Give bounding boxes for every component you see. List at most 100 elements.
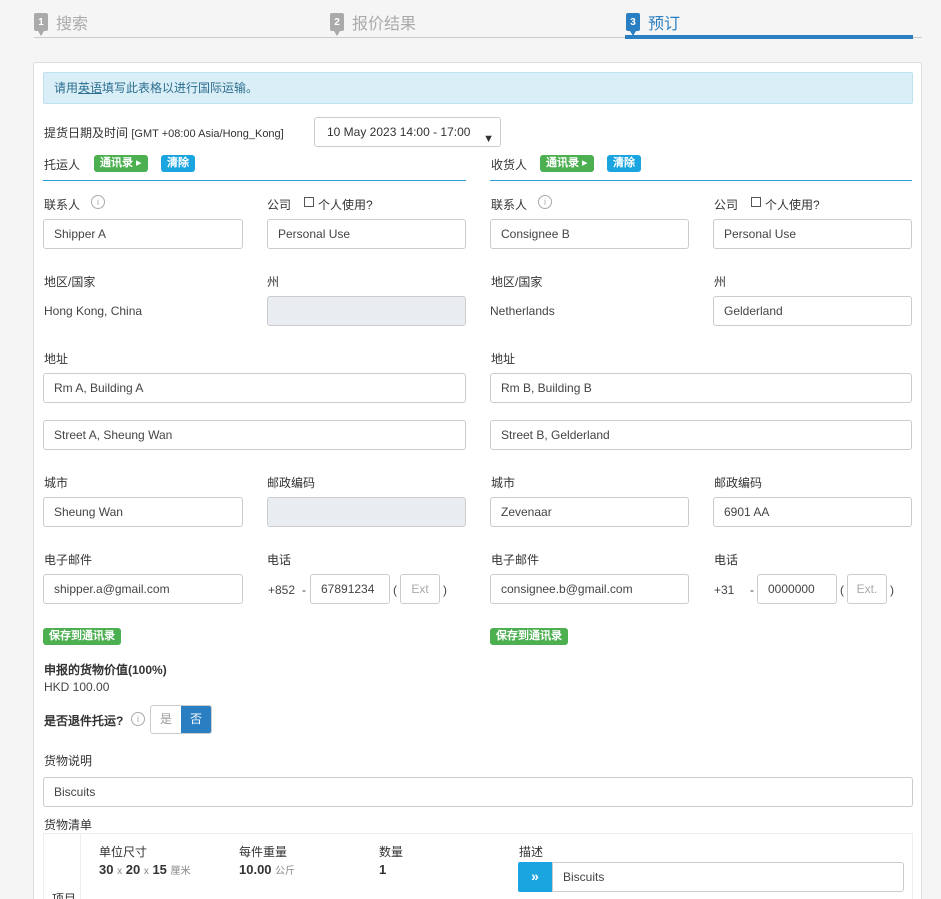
goods-description-input[interactable]: Biscuits	[43, 777, 913, 807]
consignee-address2-input[interactable]: Street B, Gelderland	[490, 420, 912, 450]
consignee-region-value: Netherlands	[490, 304, 555, 318]
consignee-address-label: 地址	[491, 352, 516, 366]
step-active-indicator	[625, 35, 913, 39]
item-description-label: 描述	[519, 845, 544, 859]
return-yes-option[interactable]: 是	[151, 706, 181, 733]
shipper-postcode-label: 邮政编码	[267, 476, 316, 490]
shipper-address1-input[interactable]: Rm A, Building A	[43, 373, 466, 403]
english-notice: 请用英语填写此表格以进行国际运输。	[43, 72, 913, 104]
consignee-email-input[interactable]: consignee.b@gmail.com	[490, 574, 689, 604]
item-description-input[interactable]: Biscuits	[552, 862, 904, 892]
step-label: 报价结果	[352, 16, 417, 33]
shipper-phone-dash: -	[302, 583, 306, 597]
shipper-city-label: 城市	[44, 476, 69, 490]
consignee-phone-label: 电话	[714, 553, 739, 567]
unit-weight-value: 10.00 公斤	[239, 862, 296, 877]
consignee-personal-checkbox[interactable]	[751, 197, 761, 207]
consignee-email-label: 电子邮件	[491, 553, 540, 567]
consignee-address-book-button[interactable]: 通讯录 ▸	[540, 155, 594, 172]
shipper-postcode-input[interactable]	[267, 497, 466, 527]
step-label: 搜索	[56, 16, 89, 33]
consignee-city-label: 城市	[491, 476, 516, 490]
consignee-personal-label: 个人使用?	[765, 198, 820, 212]
shipper-region-value: Hong Kong, China	[44, 304, 143, 318]
consignee-ext-open: (	[840, 583, 844, 597]
shipper-city-input[interactable]: Sheung Wan	[43, 497, 243, 527]
shipper-email-label: 电子邮件	[44, 553, 93, 567]
info-icon[interactable]: i	[538, 195, 552, 209]
consignee-ext-input[interactable]: Ext.	[847, 574, 887, 604]
consignee-title: 收货人	[491, 158, 528, 172]
item-side-label: 项目	[52, 892, 77, 899]
step-number: 2	[330, 13, 344, 36]
shipper-email-input[interactable]: shipper.a@gmail.com	[43, 574, 243, 604]
shipper-ext-close: )	[443, 583, 447, 597]
shipper-address-label: 地址	[44, 352, 69, 366]
shipper-divider	[43, 180, 466, 181]
english-link[interactable]: 英语	[78, 81, 102, 95]
consignee-city-input[interactable]: Zevenaar	[490, 497, 689, 527]
consignee-address1-input[interactable]: Rm B, Building B	[490, 373, 912, 403]
step-booking[interactable]: 3 预订	[626, 10, 681, 36]
consignee-save-address-button[interactable]: 保存到通讯录	[490, 628, 568, 645]
shipper-address2-input[interactable]: Street A, Sheung Wan	[43, 420, 466, 450]
goods-description-label: 货物说明	[44, 754, 93, 768]
step-search[interactable]: 1 搜索	[34, 10, 89, 36]
shipper-phone-code: +852	[268, 583, 296, 597]
consignee-clear-button[interactable]: 清除	[607, 155, 641, 172]
step-quote-results[interactable]: 2 报价结果	[330, 10, 417, 36]
shipper-contact-label: 联系人	[44, 198, 81, 212]
consignee-state-input[interactable]: Gelderland	[713, 296, 912, 326]
consignee-phone-code: +31	[714, 583, 735, 597]
quantity-value: 1	[379, 862, 387, 877]
items-label: 货物清单	[44, 818, 93, 832]
pickup-label: 提货日期及时间 [GMT +08:00 Asia/Hong_Kong]	[44, 126, 284, 140]
shipper-phone-label: 电话	[267, 553, 292, 567]
shipper-ext-input[interactable]: Ext	[400, 574, 440, 604]
consignee-phone-input[interactable]: 0000000	[757, 574, 837, 604]
return-shipment-label: 是否退件托运?	[44, 714, 124, 728]
consignee-contact-label: 联系人	[491, 198, 528, 212]
shipper-phone-input[interactable]: 67891234	[310, 574, 390, 604]
shipper-save-address-button[interactable]: 保存到通讯录	[43, 628, 121, 645]
expand-icon[interactable]: »	[518, 862, 552, 892]
declared-value: HKD 100.00	[44, 680, 110, 694]
shipper-company-input[interactable]: Personal Use	[267, 219, 466, 249]
unit-dimension-value: 30 x 20 x 15 厘米	[99, 862, 191, 877]
step-number: 3	[626, 13, 640, 36]
shipper-contact-input[interactable]: Shipper A	[43, 219, 243, 249]
consignee-postcode-input[interactable]: 6901 AA	[713, 497, 912, 527]
shipper-state-input[interactable]	[267, 296, 466, 326]
declared-value-label: 申报的货物价值(100%)	[44, 663, 167, 677]
shipper-personal-checkbox[interactable]	[304, 197, 314, 207]
return-no-option[interactable]: 否	[181, 706, 211, 733]
step-number: 1	[34, 13, 48, 36]
step-label: 预订	[648, 16, 681, 33]
consignee-divider	[490, 180, 912, 181]
shipper-region-label: 地区/国家	[44, 275, 96, 289]
booking-form-card	[33, 62, 922, 899]
consignee-company-label: 公司	[714, 198, 739, 212]
quantity-label: 数量	[379, 845, 404, 859]
consignee-region-label: 地区/国家	[491, 275, 543, 289]
shipper-state-label: 州	[267, 275, 280, 289]
shipper-address-book-button[interactable]: 通讯录 ▸	[94, 155, 148, 172]
shipper-company-label: 公司	[267, 198, 292, 212]
pickup-time-select[interactable]: 10 May 2023 14:00 - 17:00 ▼	[314, 117, 501, 147]
unit-dimension-label: 单位尺寸	[99, 845, 148, 859]
shipper-ext-open: (	[393, 583, 397, 597]
consignee-company-input[interactable]: Personal Use	[713, 219, 912, 249]
return-shipment-toggle[interactable]: 是 否	[150, 705, 212, 734]
shipper-title: 托运人	[44, 158, 81, 172]
consignee-ext-close: )	[890, 583, 894, 597]
consignee-state-label: 州	[714, 275, 727, 289]
consignee-contact-input[interactable]: Consignee B	[490, 219, 689, 249]
unit-weight-label: 每件重量	[239, 845, 288, 859]
shipper-personal-label: 个人使用?	[318, 198, 373, 212]
consignee-postcode-label: 邮政编码	[714, 476, 763, 490]
shipper-clear-button[interactable]: 清除	[161, 155, 195, 172]
info-icon[interactable]: i	[131, 712, 145, 726]
chevron-down-icon: ▼	[483, 133, 494, 145]
consignee-phone-dash: -	[750, 583, 754, 597]
info-icon[interactable]: i	[91, 195, 105, 209]
